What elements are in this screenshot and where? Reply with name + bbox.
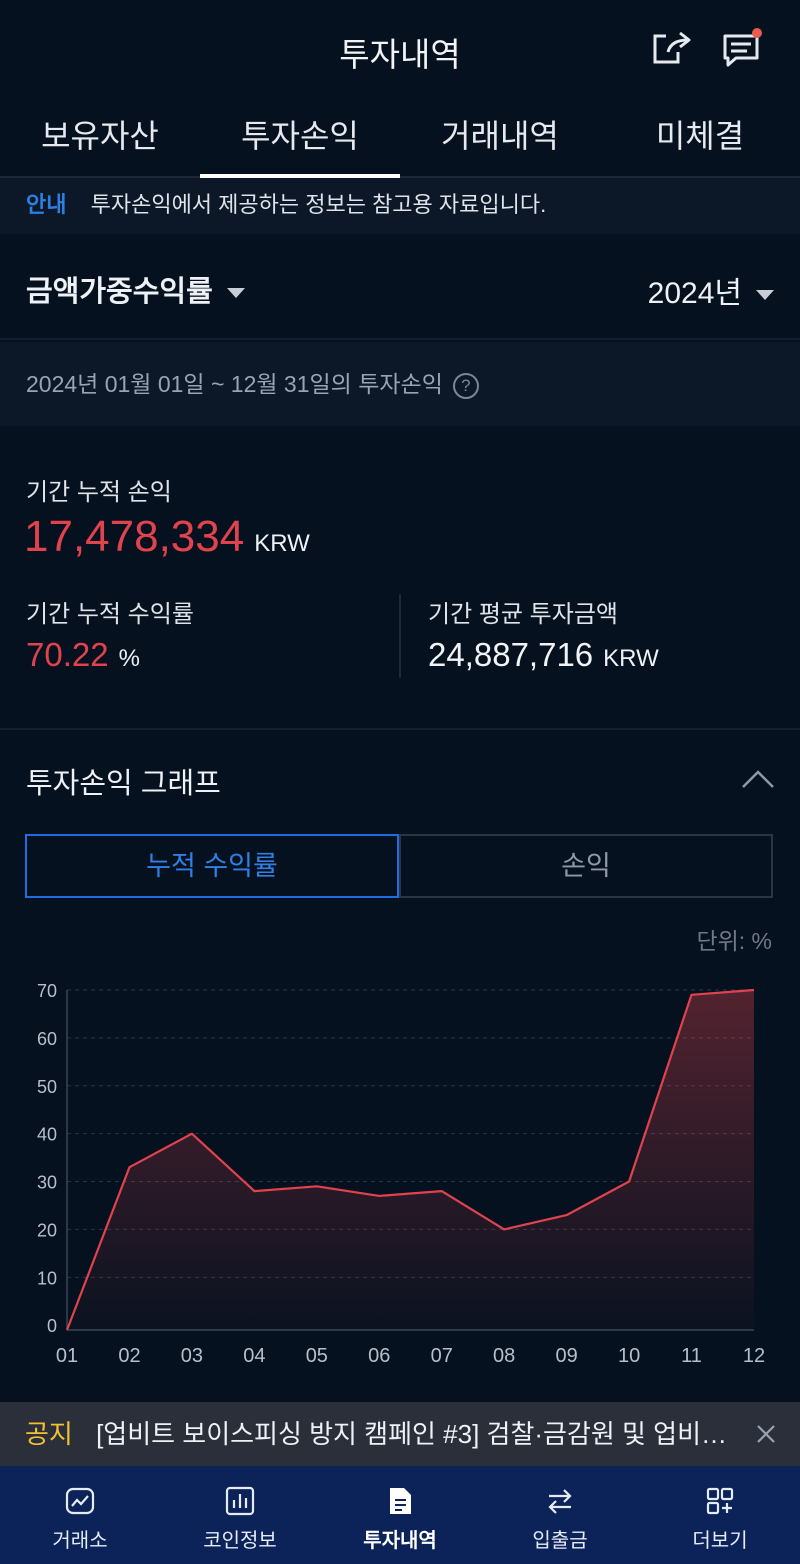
x-tick-label: 06 xyxy=(368,1345,390,1367)
announcement-text: [업비트 보이스피싱 방지 캠페인 #3] 검찰·금감원 및 업비… xyxy=(96,1419,727,1449)
announcement-bar[interactable]: 공지 [업비트 보이스피싱 방지 캠페인 #3] 검찰·금감원 및 업비… xyxy=(0,1402,800,1466)
graph-toggle: 누적 수익률 손익 xyxy=(25,834,773,898)
x-tick-label: 02 xyxy=(118,1345,140,1367)
nav-coin-info-label: 코인정보 xyxy=(203,1530,277,1552)
x-tick-label: 11 xyxy=(681,1345,702,1367)
avg-invest-label: 기간 평균 투자금액 xyxy=(428,601,618,628)
metric-dropdown[interactable]: 금액가중수익률 xyxy=(26,268,245,310)
help-icon[interactable]: ? xyxy=(452,372,479,399)
toggle-pnl[interactable]: 손익 xyxy=(399,834,773,898)
nav-deposit-withdraw-label: 입출금 xyxy=(532,1530,588,1552)
avg-invest-unit: KRW xyxy=(603,645,659,672)
year-label: 2024년 xyxy=(647,277,742,310)
app-header: 투자내역 xyxy=(0,0,800,95)
nav-investment-history[interactable]: 투자내역 xyxy=(320,1466,480,1564)
nav-more-label: 더보기 xyxy=(692,1530,748,1552)
x-tick-label: 01 xyxy=(56,1345,78,1367)
series-area xyxy=(67,990,754,1330)
nav-exchange[interactable]: 거래소 xyxy=(0,1466,160,1564)
info-tag: 안내 xyxy=(26,192,67,217)
caret-down-icon xyxy=(756,290,774,301)
y-tick-label: 30 xyxy=(37,1173,57,1193)
announcement-tag: 공지 xyxy=(25,1419,73,1449)
cum-return-unit: % xyxy=(118,645,140,672)
y-tick-label: 0 xyxy=(47,1316,57,1336)
x-tick-label: 09 xyxy=(556,1345,578,1367)
main-tabs: 보유자산 투자손익 거래내역 미체결 xyxy=(0,98,800,178)
year-dropdown[interactable]: 2024년 xyxy=(648,268,774,312)
y-tick-label: 50 xyxy=(37,1077,57,1097)
cum-pnl-value: 17,478,334 xyxy=(24,512,245,561)
nav-exchange-label: 거래소 xyxy=(52,1530,108,1552)
nav-deposit-withdraw[interactable]: 입출금 xyxy=(480,1466,640,1564)
transfer-icon xyxy=(548,1489,572,1514)
chevron-up-icon[interactable] xyxy=(740,765,776,791)
cum-return-value: 70.22 xyxy=(26,636,109,673)
x-tick-label: 03 xyxy=(181,1345,203,1367)
cum-return-value-row: 70.22% xyxy=(26,636,140,674)
x-tick-label: 10 xyxy=(618,1345,640,1367)
period-text: 2024년 01월 01일 ~ 12월 31일의 투자손익 xyxy=(26,371,443,397)
info-text: 투자손익에서 제공하는 정보는 참고용 자료입니다. xyxy=(90,192,547,217)
nav-more[interactable]: 더보기 xyxy=(640,1466,800,1564)
period-row: 2024년 01월 01일 ~ 12월 31일의 투자손익? xyxy=(0,342,800,426)
tab-open-orders[interactable]: 미체결 xyxy=(600,98,800,176)
unit-note: 단위: % xyxy=(696,928,772,954)
selector-row: 금액가중수익률 2024년 xyxy=(0,234,800,340)
tab-investment-pnl[interactable]: 투자손익 xyxy=(200,98,400,178)
bar-chart-icon xyxy=(225,1486,255,1516)
document-icon xyxy=(390,1488,411,1514)
cum-pnl-unit: KRW xyxy=(254,530,310,557)
cum-pnl-value-row: 17,478,334 KRW xyxy=(24,512,310,562)
tab-holdings[interactable]: 보유자산 xyxy=(0,98,200,176)
info-notice: 안내 투자손익에서 제공하는 정보는 참고용 자료입니다. xyxy=(0,178,800,234)
graph-title: 투자손익 그래프 xyxy=(26,768,221,800)
nav-investment-history-label: 투자내역 xyxy=(363,1530,437,1552)
caret-down-icon xyxy=(226,288,245,299)
x-tick-label: 05 xyxy=(306,1345,328,1367)
chart-icon xyxy=(65,1487,95,1515)
avg-invest-value-row: 24,887,716 KRW xyxy=(428,636,659,674)
cumulative-return-chart: 0 10 20 30 40 50 60 70 01 02 03 04 05 06 07 08 09 10 11 12 xyxy=(37,981,765,1367)
tab-transactions[interactable]: 거래내역 xyxy=(400,98,600,176)
x-tick-label: 07 xyxy=(431,1345,453,1367)
x-tick-label: 04 xyxy=(243,1345,265,1367)
toggle-cum-return[interactable]: 누적 수익률 xyxy=(25,834,399,898)
cum-return-label: 기간 누적 수익률 xyxy=(26,601,194,628)
share-icon[interactable] xyxy=(652,28,692,68)
y-tick-label: 60 xyxy=(37,1029,57,1049)
summary-section: 기간 누적 손익 17,478,334 KRW 기간 누적 수익률 70.22% … xyxy=(0,426,800,730)
cum-pnl-label: 기간 누적 손익 xyxy=(26,479,172,506)
message-icon[interactable] xyxy=(722,28,762,68)
x-tick-label: 08 xyxy=(493,1345,515,1367)
nav-coin-info[interactable]: 코인정보 xyxy=(160,1466,320,1564)
y-tick-label: 70 xyxy=(37,981,57,1001)
summary-divider xyxy=(399,594,401,678)
metric-label: 금액가중수익률 xyxy=(26,276,213,308)
y-tick-label: 10 xyxy=(37,1268,57,1288)
bottom-nav: 거래소 코인정보 투자내역 입출금 더보기 xyxy=(0,1466,800,1564)
y-tick-label: 40 xyxy=(37,1125,57,1145)
avg-invest-value: 24,887,716 xyxy=(428,636,594,673)
close-icon[interactable] xyxy=(754,1422,778,1446)
x-tick-label: 12 xyxy=(743,1345,765,1367)
y-tick-label: 20 xyxy=(37,1220,57,1240)
grid-plus-icon xyxy=(706,1487,734,1515)
